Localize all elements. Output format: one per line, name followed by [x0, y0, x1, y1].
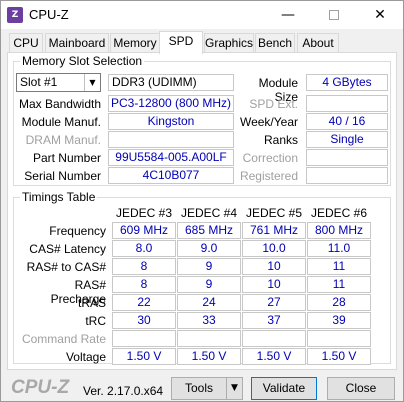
cpu-z-window: Z CPU-Z — ✕ CPU Mainboard Memory SPD Gra…	[0, 0, 404, 402]
ranks-label: Ranks	[263, 133, 298, 147]
chevron-down-icon[interactable]: ▼	[84, 74, 100, 91]
dram-manuf-value	[108, 131, 234, 148]
window-title: CPU-Z	[29, 7, 69, 22]
maximize-button	[311, 1, 357, 29]
close-window-button[interactable]: ✕	[357, 1, 403, 29]
cpu-z-brand-logo: CPU-Z	[11, 377, 70, 398]
timing-cell: 11	[307, 276, 371, 293]
timing-cell: 800 MHz	[307, 222, 371, 239]
timing-cell: 1.50 V	[177, 348, 241, 365]
column-header-jedec-5: JEDEC #5	[245, 206, 303, 220]
module-manuf-label: Module Manuf.	[21, 115, 101, 129]
max-bandwidth-label: Max Bandwidth	[18, 97, 101, 111]
timing-cell: 33	[177, 312, 241, 329]
timing-cell: 1.50 V	[307, 348, 371, 365]
timing-cell: 10	[242, 276, 306, 293]
serial-number-label: Serial Number	[24, 169, 101, 183]
timing-cell: 609 MHz	[112, 222, 176, 239]
max-bandwidth-value: PC3-12800 (800 MHz)	[108, 95, 234, 112]
timing-cell: 9	[177, 276, 241, 293]
maximize-icon	[329, 10, 339, 20]
tab-graphics[interactable]: Graphics	[204, 33, 254, 53]
timing-label-ras-to-cas: RAS# to CAS#	[26, 260, 106, 274]
cpu-z-app-icon[interactable]: Z	[7, 7, 23, 23]
timing-label-command-rate: Command Rate	[21, 332, 106, 346]
tools-button[interactable]: Tools	[171, 377, 227, 400]
week-year-label: Week/Year	[239, 115, 298, 129]
timing-cell: 39	[307, 312, 371, 329]
tab-cpu[interactable]: CPU	[9, 33, 43, 53]
timing-cell: 24	[177, 294, 241, 311]
group-title-timings: Timings Table	[20, 190, 98, 204]
timing-cell: 761 MHz	[242, 222, 306, 239]
module-size-value: 4 GBytes	[306, 74, 388, 91]
timing-cell: 10.0	[242, 240, 306, 257]
week-year-value: 40 / 16	[306, 113, 388, 130]
timing-cell: 1.50 V	[242, 348, 306, 365]
timings-table-group: Timings Table JEDEC #3 JEDEC #4 JEDEC #5…	[13, 190, 391, 365]
timing-cell: 685 MHz	[177, 222, 241, 239]
chevron-down-icon: ▼	[231, 383, 238, 393]
tab-spd[interactable]: SPD	[159, 31, 203, 54]
timing-cell	[242, 330, 306, 347]
timing-cell: 8.0	[112, 240, 176, 257]
spd-tab-panel: Memory Slot Selection Slot #1 ▼ DDR3 (UD…	[7, 52, 397, 370]
validate-button[interactable]: Validate	[251, 377, 317, 400]
timing-cell: 9	[177, 258, 241, 275]
timing-cell: 37	[242, 312, 306, 329]
registered-value	[306, 167, 388, 184]
tools-dropdown-button[interactable]: ▼	[226, 377, 243, 400]
tab-memory[interactable]: Memory	[110, 33, 160, 53]
timing-cell: 11.0	[307, 240, 371, 257]
timing-cell: 28	[307, 294, 371, 311]
module-manuf-value: Kingston	[108, 113, 234, 130]
timing-cell	[307, 330, 371, 347]
timing-label-frequency: Frequency	[49, 224, 106, 238]
timing-label-cas-latency: CAS# Latency	[29, 242, 106, 256]
close-button[interactable]: Close	[327, 377, 395, 400]
title-bar[interactable]: Z CPU-Z — ✕	[1, 1, 403, 29]
timing-cell: 10	[242, 258, 306, 275]
tab-bench[interactable]: Bench	[255, 33, 295, 53]
column-header-jedec-4: JEDEC #4	[180, 206, 238, 220]
tab-mainboard[interactable]: Mainboard	[45, 33, 109, 53]
tab-about[interactable]: About	[297, 33, 339, 53]
timing-cell	[177, 330, 241, 347]
slot-select[interactable]: Slot #1 ▼	[16, 73, 101, 92]
memory-type-value: DDR3 (UDIMM)	[108, 74, 234, 91]
close-icon: ✕	[374, 7, 386, 23]
serial-number-value: 4C10B077	[108, 167, 234, 184]
minimize-button[interactable]: —	[265, 1, 311, 29]
timing-cell: 8	[112, 276, 176, 293]
timing-label-trc: tRC	[85, 314, 106, 328]
timing-cell: 22	[112, 294, 176, 311]
dram-manuf-label: DRAM Manuf.	[25, 133, 101, 147]
column-header-jedec-6: JEDEC #6	[310, 206, 368, 220]
timing-cell: 1.50 V	[112, 348, 176, 365]
column-header-jedec-3: JEDEC #3	[115, 206, 173, 220]
spd-ext-label: SPD Ext.	[249, 97, 298, 111]
part-number-value: 99U5584-005.A00LF	[108, 149, 234, 166]
memory-slot-selection-group: Memory Slot Selection Slot #1 ▼ DDR3 (UD…	[13, 54, 391, 186]
timing-cell	[112, 330, 176, 347]
timing-cell: 30	[112, 312, 176, 329]
correction-value	[306, 149, 388, 166]
part-number-label: Part Number	[32, 151, 101, 165]
timing-cell: 9.0	[177, 240, 241, 257]
version-label: Ver. 2.17.0.x64	[83, 384, 164, 398]
timing-cell: 11	[307, 258, 371, 275]
timing-cell: 27	[242, 294, 306, 311]
ranks-value: Single	[306, 131, 388, 148]
registered-label: Registered	[239, 169, 298, 183]
group-title-slot-selection: Memory Slot Selection	[20, 54, 145, 68]
timing-label-voltage: Voltage	[65, 350, 106, 364]
slot-select-value: Slot #1	[20, 75, 58, 89]
spd-ext-value	[306, 95, 388, 112]
timing-label-tras: tRAS	[77, 296, 106, 310]
correction-label: Correction	[242, 151, 298, 165]
timing-cell: 8	[112, 258, 176, 275]
minimize-icon: —	[281, 7, 295, 23]
